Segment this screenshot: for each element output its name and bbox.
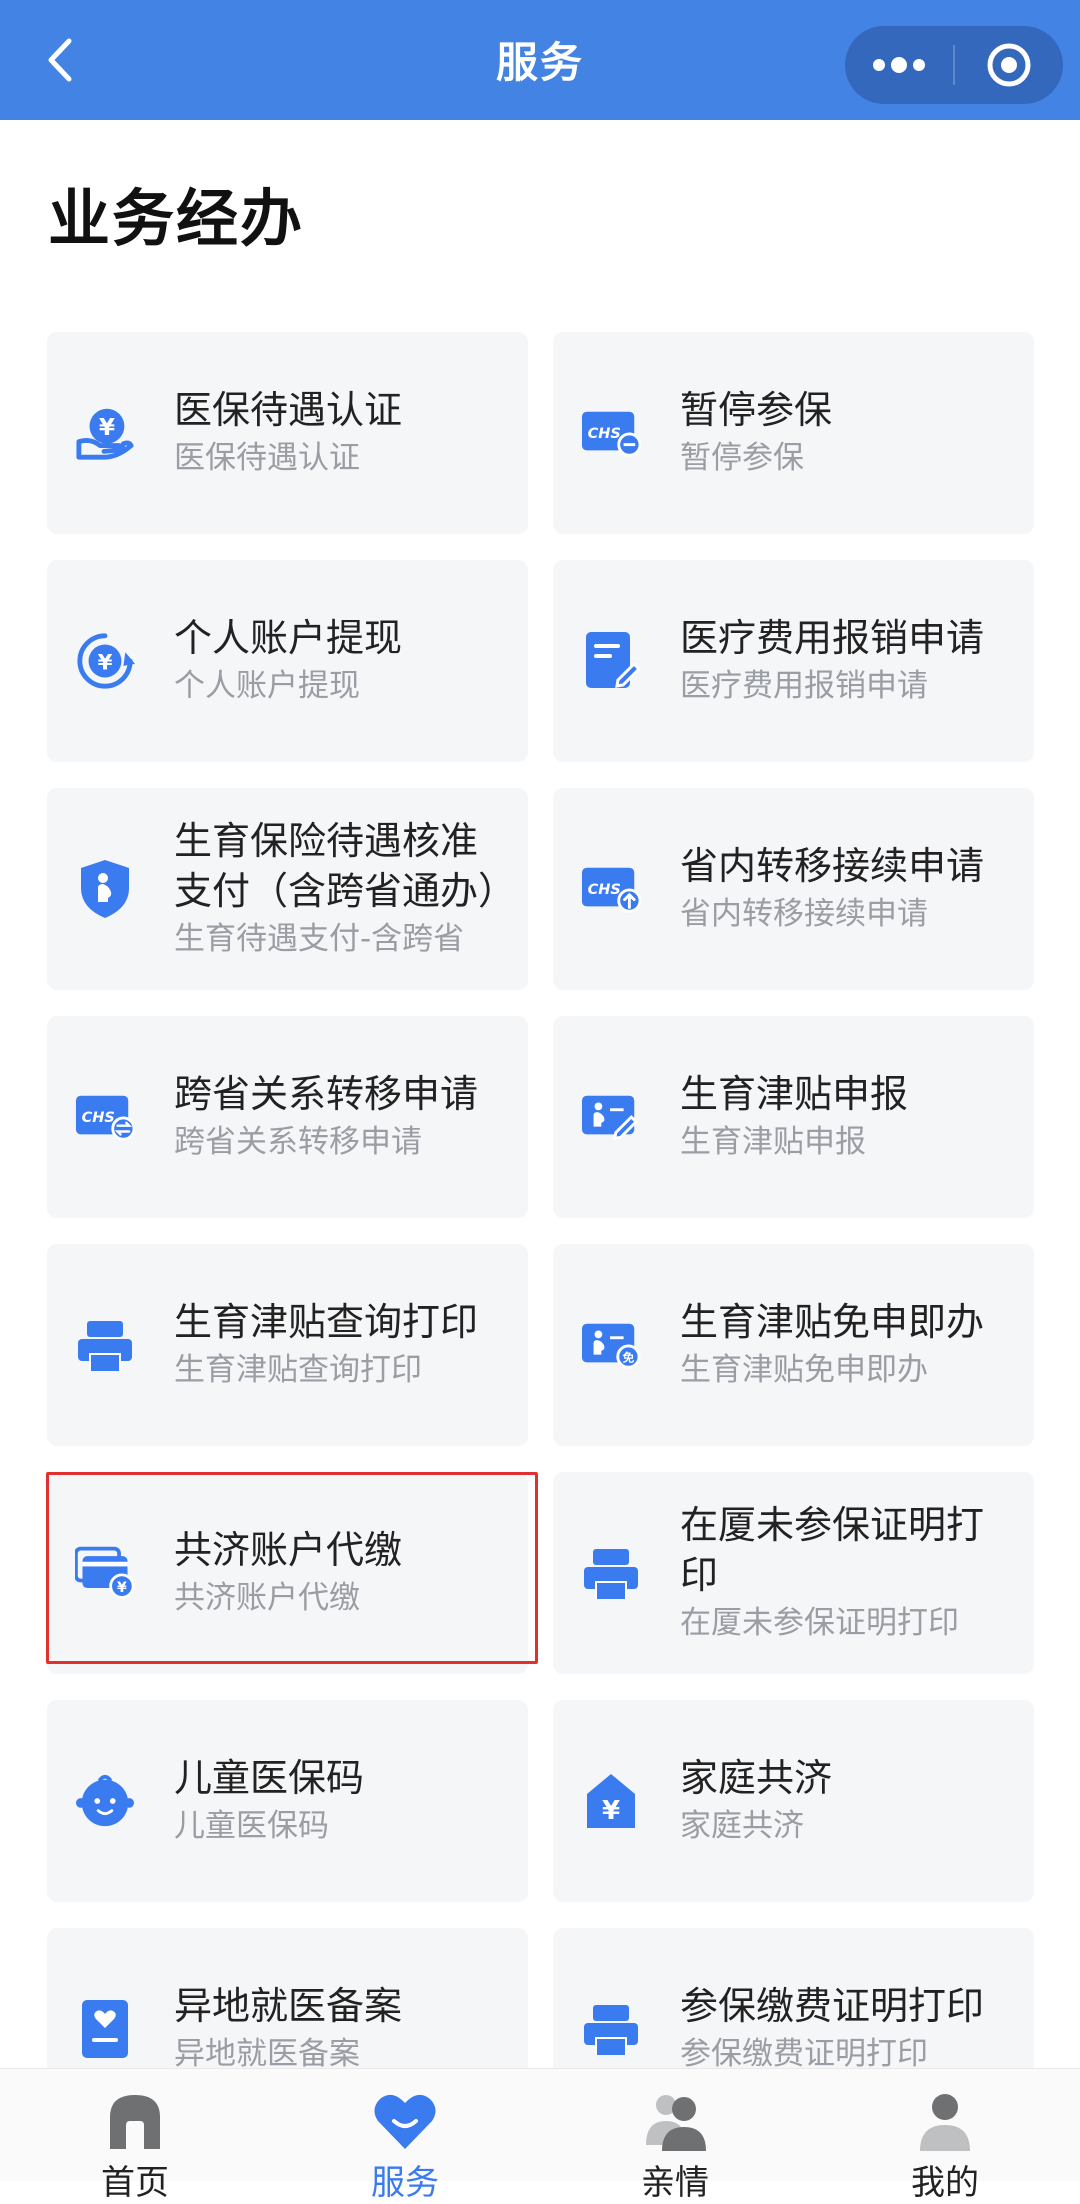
service-card-family-mutual-aid[interactable]: ¥ 家庭共济 家庭共济 (553, 1700, 1034, 1902)
card-title: 儿童医保码 (174, 1756, 365, 1800)
card-subtitle: 生育津贴申报 (680, 1124, 866, 1160)
service-card-uninsured-certificate-print[interactable]: 在厦未参保证明打印 在厦未参保证明打印 (553, 1472, 1034, 1674)
service-card-maternity-allowance-auto[interactable]: 免 生育津贴免申即办 生育津贴免申即办 (553, 1244, 1034, 1446)
card-yuan-icon: ¥ (75, 1543, 135, 1603)
heart-service-icon (374, 2094, 436, 2149)
card-subtitle: 家庭共济 (680, 1808, 804, 1844)
user-icon (920, 2094, 970, 2151)
document-edit-icon (581, 631, 641, 691)
house-yuan-icon: ¥ (581, 1771, 641, 1831)
card-title: 暂停参保 (680, 388, 833, 432)
card-title: 生育保险待遇核准支付（含跨省通办） (174, 819, 517, 913)
service-card-provincial-transfer[interactable]: CHS 省内转移接续申请 省内转移接续申请 (553, 788, 1034, 990)
mother-card-edit-icon (581, 1087, 641, 1147)
card-subtitle: 暂停参保 (680, 440, 804, 476)
card-title: 医疗费用报销申请 (680, 616, 985, 660)
section-title: 业务经办 (48, 182, 305, 255)
mother-card-free-icon: 免 (581, 1315, 641, 1375)
printer-icon (581, 1999, 641, 2059)
service-card-child-insurance-code[interactable]: 儿童医保码 儿童医保码 (47, 1700, 528, 1902)
card-title: 跨省关系转移申请 (174, 1072, 479, 1116)
service-card-benefit-certification[interactable]: ¥ 医保待遇认证 医保待遇认证 (47, 332, 528, 534)
card-title: 医保待遇认证 (174, 388, 403, 432)
service-card-mutual-account-payment[interactable]: ¥ 共济账户代缴 共济账户代缴 (47, 1472, 528, 1674)
card-subtitle: 儿童医保码 (174, 1808, 329, 1844)
service-card-cross-province-transfer[interactable]: CHS 跨省关系转移申请 跨省关系转移申请 (47, 1016, 528, 1218)
home-icon (110, 2095, 160, 2149)
card-title: 个人账户提现 (174, 616, 403, 660)
card-subtitle: 在厦未参保证明打印 (680, 1605, 959, 1641)
yuan-refresh-icon: ¥ (75, 631, 135, 691)
svg-text:¥: ¥ (98, 651, 113, 676)
chs-card-minus-icon: CHS (581, 403, 641, 463)
card-subtitle: 跨省关系转移申请 (174, 1124, 422, 1160)
card-subtitle: 医保待遇认证 (174, 440, 360, 476)
svg-text:CHS: CHS (588, 882, 621, 898)
printer-icon (75, 1315, 135, 1375)
tab-service[interactable]: 服务 (270, 2069, 540, 2203)
more-dots-icon (873, 57, 925, 73)
mini-program-capsule (845, 26, 1063, 104)
svg-text:CHS: CHS (82, 1110, 115, 1126)
card-subtitle: 个人账户提现 (174, 668, 360, 704)
service-card-suspend-insurance[interactable]: CHS 暂停参保 暂停参保 (553, 332, 1034, 534)
card-subtitle: 医疗费用报销申请 (680, 668, 928, 704)
service-grid: ¥ 医保待遇认证 医保待遇认证 CHS 暂停参保 暂停参保 ¥ 个人账户提现 个… (47, 332, 1034, 2130)
card-title: 异地就医备案 (174, 1984, 403, 2028)
card-subtitle: 生育待遇支付-含跨省 (174, 921, 465, 957)
card-title: 参保缴费证明打印 (680, 1984, 985, 2028)
chs-card-transfer-icon: CHS (75, 1087, 135, 1147)
card-title: 生育津贴查询打印 (174, 1300, 479, 1344)
baby-face-icon (75, 1771, 135, 1831)
svg-text:免: 免 (623, 1350, 635, 1364)
top-navigation-bar: 服务 (0, 0, 1080, 120)
service-card-maternity-allowance-apply[interactable]: 生育津贴申报 生育津贴申报 (553, 1016, 1034, 1218)
card-title: 家庭共济 (680, 1756, 833, 1800)
card-title: 共济账户代缴 (174, 1528, 403, 1572)
shield-mother-icon (75, 859, 135, 919)
card-title: 省内转移接续申请 (680, 844, 985, 888)
record-circle-icon (987, 43, 1031, 87)
svg-text:¥: ¥ (117, 1580, 127, 1596)
svg-text:CHS: CHS (588, 426, 621, 442)
tab-mine[interactable]: 我的 (810, 2069, 1080, 2203)
card-subtitle: 共济账户代缴 (174, 1580, 360, 1616)
chs-card-upload-icon: CHS (581, 859, 641, 919)
card-title: 在厦未参保证明打印 (680, 1503, 985, 1597)
card-title: 生育津贴申报 (680, 1072, 909, 1116)
service-card-maternity-payment[interactable]: 生育保险待遇核准支付（含跨省通办） 生育待遇支付-含跨省 (47, 788, 528, 990)
card-subtitle: 生育津贴免申即办 (680, 1352, 928, 1388)
bottom-tab-bar: 首页 服务 亲情 我的 (0, 2068, 1080, 2203)
hand-yuan-icon: ¥ (75, 403, 135, 463)
card-title: 生育津贴免申即办 (680, 1300, 985, 1344)
card-subtitle: 省内转移接续申请 (680, 896, 928, 932)
family-icon (646, 2095, 706, 2151)
svg-text:¥: ¥ (602, 1796, 620, 1826)
more-button[interactable] (845, 26, 953, 104)
close-mini-program-button[interactable] (955, 26, 1063, 104)
heart-document-icon (75, 1999, 135, 2059)
tab-home[interactable]: 首页 (0, 2069, 270, 2203)
tab-family[interactable]: 亲情 (540, 2069, 810, 2203)
service-card-medical-reimbursement[interactable]: 医疗费用报销申请 医疗费用报销申请 (553, 560, 1034, 762)
printer-icon (581, 1543, 641, 1603)
service-card-account-withdrawal[interactable]: ¥ 个人账户提现 个人账户提现 (47, 560, 528, 762)
card-subtitle: 生育津贴查询打印 (174, 1352, 422, 1388)
service-card-maternity-allowance-print[interactable]: 生育津贴查询打印 生育津贴查询打印 (47, 1244, 528, 1446)
svg-text:¥: ¥ (99, 414, 115, 441)
